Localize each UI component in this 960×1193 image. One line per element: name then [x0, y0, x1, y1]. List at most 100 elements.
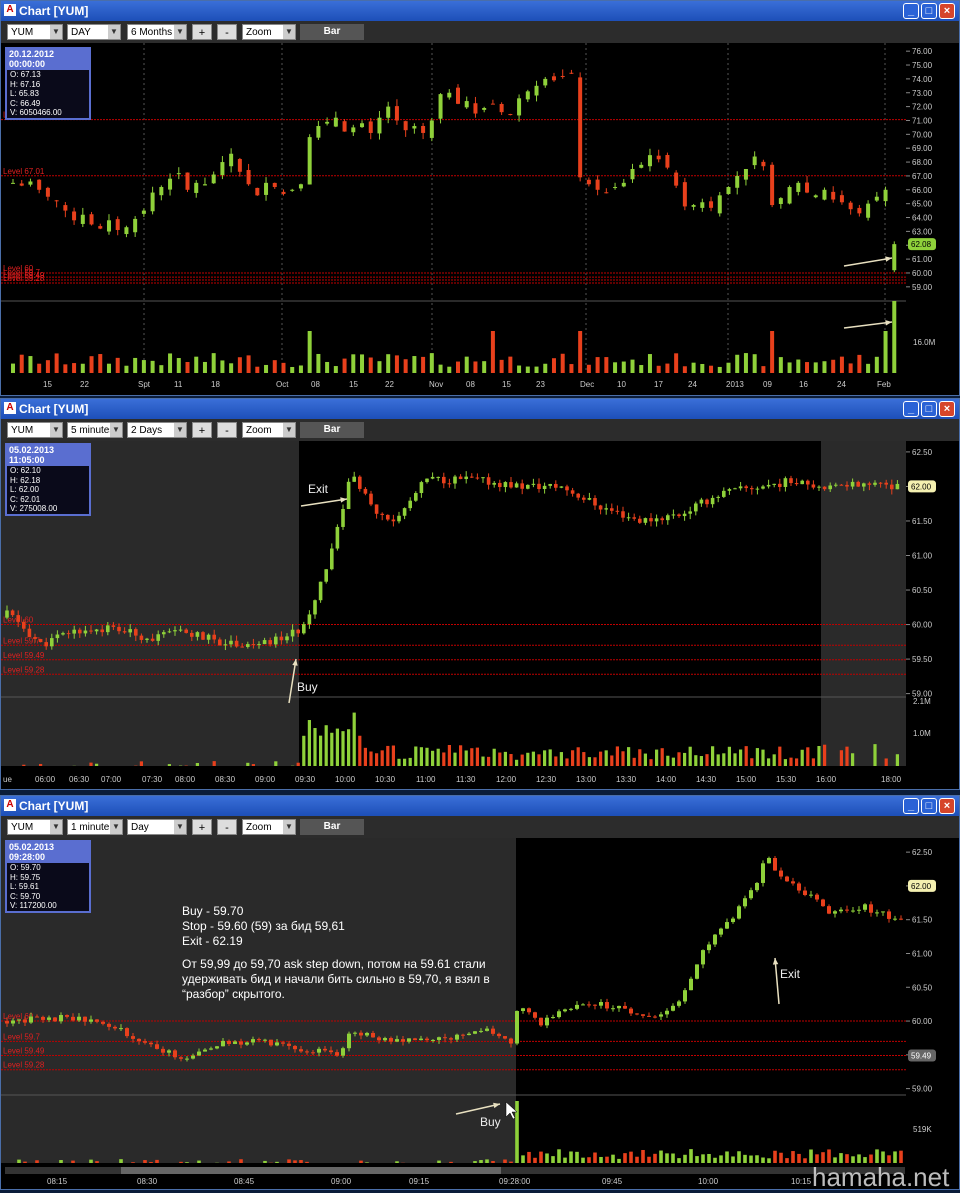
volume-bar: [481, 757, 484, 766]
chevron-down-icon: ▼: [174, 25, 186, 39]
volume-bar: [655, 750, 658, 766]
range-select[interactable]: 6 Months▼: [127, 24, 187, 40]
candle-body: [412, 126, 416, 128]
volume-bar: [761, 366, 765, 373]
zoom-out-button[interactable]: -: [217, 24, 237, 40]
volume-bar: [449, 1162, 453, 1163]
candle-body: [455, 1035, 459, 1040]
maximize-button[interactable]: □: [921, 401, 937, 417]
exit-annotation: Exit: [308, 482, 329, 496]
candle-body: [665, 1011, 669, 1015]
candle-body: [341, 509, 345, 527]
candle-body: [508, 114, 512, 115]
volume-bar: [487, 757, 490, 766]
volume-bar: [806, 747, 809, 766]
volume-bar: [809, 1150, 813, 1163]
y-tick-label: 68.00: [912, 158, 933, 167]
volume-bar: [359, 1161, 363, 1163]
window-titlebar[interactable]: A Chart [YUM] _ □ ×: [1, 796, 959, 816]
candle-body: [369, 121, 373, 133]
x-tick-label: 17: [654, 380, 663, 389]
volume-bar: [779, 1153, 783, 1163]
candle-body: [784, 478, 788, 487]
volume-bar: [334, 366, 338, 373]
volume-bar: [155, 1160, 159, 1163]
symbol-select[interactable]: YUM▼: [7, 819, 63, 835]
interval-select[interactable]: DAY▼: [67, 24, 121, 40]
window-titlebar[interactable]: A Chart [YUM] _ □ ×: [1, 1, 959, 21]
candle-body: [716, 497, 720, 498]
volume-bar: [875, 357, 879, 373]
candle-body: [779, 198, 783, 204]
candle-body: [707, 944, 711, 950]
info-high: H: 62.18: [7, 476, 89, 486]
zoom-select[interactable]: Zoom▼: [242, 24, 296, 40]
window-titlebar[interactable]: A Chart [YUM] _ □ ×: [1, 399, 959, 419]
maximize-button[interactable]: □: [921, 3, 937, 19]
close-button[interactable]: ×: [939, 401, 955, 417]
zoom-value: Zoom: [246, 822, 272, 833]
x-tick-label: 09:00: [331, 1177, 352, 1186]
zoom-select[interactable]: Zoom▼: [242, 422, 296, 438]
level-label: Level 59.28: [3, 1061, 45, 1070]
zoom-select[interactable]: Zoom▼: [242, 819, 296, 835]
volume-bar: [473, 361, 477, 373]
candle-body: [576, 494, 580, 498]
zoom-in-button[interactable]: +: [192, 422, 212, 438]
candle-body: [420, 482, 424, 493]
zoom-out-button[interactable]: -: [217, 422, 237, 438]
candle-body: [504, 482, 508, 487]
volume-bar: [569, 364, 573, 373]
volume-bar: [791, 1151, 795, 1163]
maximize-button[interactable]: □: [921, 798, 937, 814]
candle-body: [44, 642, 48, 646]
range-select[interactable]: 2 Days▼: [127, 422, 187, 438]
range-value: 6 Months: [131, 27, 172, 38]
x-tick-label: 12:30: [536, 775, 557, 784]
candle-body: [252, 644, 256, 645]
candle-body: [863, 904, 867, 909]
volume-bar: [817, 746, 820, 766]
volume-bar: [575, 1152, 579, 1163]
volume-bar: [89, 763, 92, 766]
volume-bar: [476, 748, 479, 766]
candle-body: [479, 1031, 483, 1032]
candle-body: [397, 516, 401, 522]
chart-style-button[interactable]: Bar: [300, 24, 364, 40]
candle-body: [533, 1012, 537, 1018]
volume-bar: [633, 758, 636, 766]
x-tick-label: Spt: [138, 380, 151, 389]
minimize-button[interactable]: _: [903, 798, 919, 814]
candle-body: [632, 517, 636, 518]
range-select[interactable]: Day▼: [127, 819, 187, 835]
candle-body: [140, 636, 144, 640]
candle-body: [403, 508, 407, 516]
close-button[interactable]: ×: [939, 798, 955, 814]
close-button[interactable]: ×: [939, 3, 955, 19]
interval-select[interactable]: 5 minutes▼: [67, 422, 123, 438]
symbol-select[interactable]: YUM▼: [7, 24, 63, 40]
zoom-in-button[interactable]: +: [192, 24, 212, 40]
zoom-in-button[interactable]: +: [192, 819, 212, 835]
candle-body: [263, 640, 267, 644]
interval-select[interactable]: 1 minute▼: [67, 819, 123, 835]
candle-body: [404, 121, 408, 130]
candle-body: [672, 514, 676, 515]
chart-style-button[interactable]: Bar: [300, 422, 364, 438]
volume-bar: [770, 331, 774, 373]
volume-bar: [247, 355, 251, 373]
zoom-out-button[interactable]: -: [217, 819, 237, 835]
chart-style-button[interactable]: Bar: [300, 819, 364, 835]
candle-body: [375, 504, 379, 513]
x-tick-label: 08: [466, 380, 475, 389]
candle-body: [47, 1017, 51, 1019]
minimize-button[interactable]: _: [903, 401, 919, 417]
candle-body: [377, 1037, 381, 1040]
candle-body: [817, 487, 821, 488]
minimize-button[interactable]: _: [903, 3, 919, 19]
candle-body: [63, 205, 67, 210]
candle-body: [743, 898, 747, 906]
candle-body: [184, 630, 188, 633]
symbol-select[interactable]: YUM▼: [7, 422, 63, 438]
candle-body: [419, 1039, 423, 1040]
